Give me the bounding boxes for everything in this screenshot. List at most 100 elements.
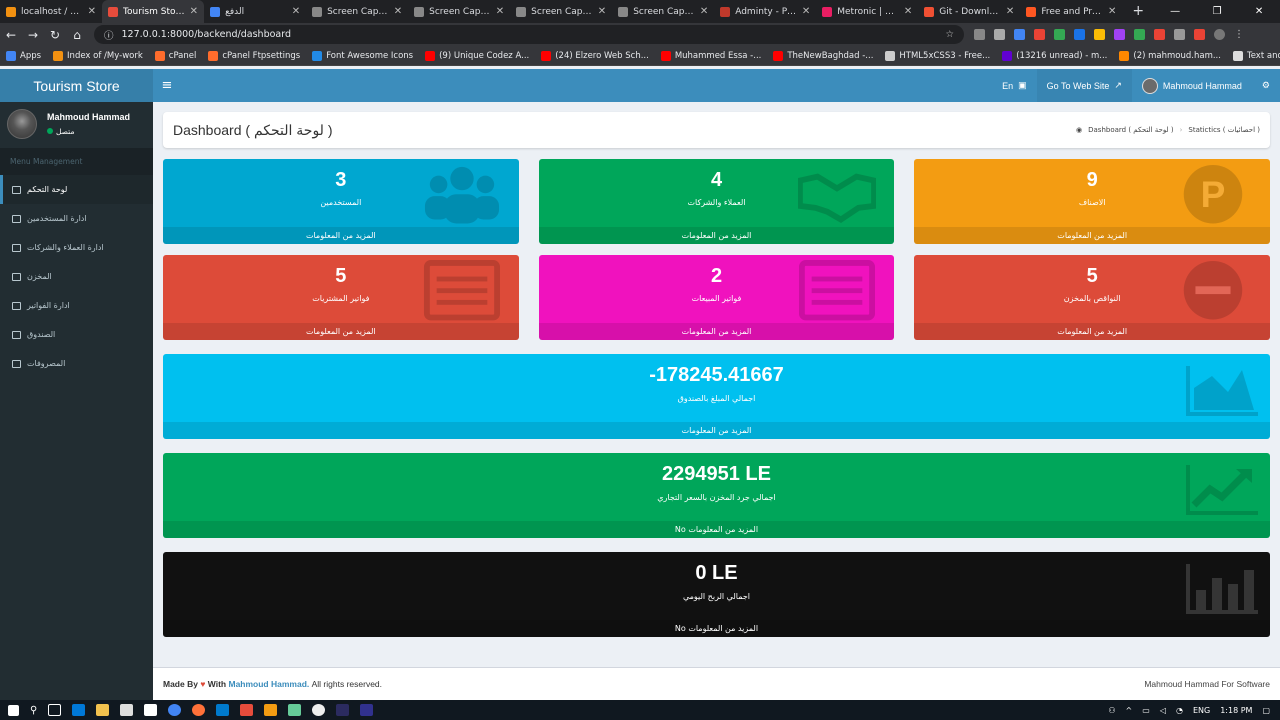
browser-tab[interactable]: Screen Capture ✕	[510, 0, 612, 23]
app-icon[interactable]	[312, 704, 326, 716]
volume-icon[interactable]: ◁	[1160, 706, 1166, 715]
more-info-link[interactable]: المزيد من المعلومات	[538, 227, 895, 244]
tab-close-icon[interactable]: ✕	[700, 6, 708, 17]
xampp-icon[interactable]	[264, 704, 278, 716]
tab-close-icon[interactable]: ✕	[598, 6, 606, 17]
breadcrumb-dashboard[interactable]: Dashboard ( لوحة التحكم )	[1088, 126, 1173, 134]
sidebar-toggle-icon[interactable]: ≡	[153, 78, 181, 93]
extension-icon[interactable]	[1074, 29, 1085, 40]
info-icon[interactable]: ⓘ	[104, 28, 114, 42]
extension-icon[interactable]	[1034, 29, 1045, 40]
more-info-link[interactable]: المزيد من المعلومات	[914, 323, 1271, 340]
sidebar-item[interactable]: ادارة المستخدمين	[0, 204, 153, 233]
tab-close-icon[interactable]: ✕	[802, 6, 810, 17]
mail-icon[interactable]	[144, 704, 158, 716]
store-icon[interactable]	[120, 704, 134, 716]
bookmark-item[interactable]: HTML5xCSS3 - Free...	[885, 50, 990, 61]
bookmark-item[interactable]: Apps	[6, 50, 41, 61]
chrome-icon[interactable]	[168, 704, 182, 716]
tab-close-icon[interactable]: ✕	[394, 6, 402, 17]
file-explorer-icon[interactable]	[96, 704, 110, 716]
browser-tab[interactable]: Metronic | Dash ✕	[816, 0, 918, 23]
brand-logo[interactable]: Tourism Store	[0, 69, 153, 102]
vscode-icon[interactable]	[216, 704, 230, 716]
search-icon[interactable]: ⚲	[30, 705, 37, 716]
browser-tab[interactable]: Tourism Store | D ✕	[102, 0, 205, 23]
more-menu-icon[interactable]: ⋮	[1234, 29, 1244, 40]
close-window-icon[interactable]: ✕	[1238, 0, 1280, 23]
battery-icon[interactable]: ▭	[1142, 706, 1150, 715]
sidebar-item[interactable]: ادارة العملاء والشركات	[0, 233, 153, 262]
minimize-icon[interactable]: —	[1154, 0, 1196, 23]
tab-close-icon[interactable]: ✕	[190, 6, 198, 17]
sidebar-item[interactable]: الصندوق	[0, 320, 153, 349]
extension-icon[interactable]	[1114, 29, 1125, 40]
bookmark-star-icon[interactable]: ☆	[945, 29, 954, 40]
forward-icon[interactable]: →	[22, 28, 44, 42]
extension-icon[interactable]	[994, 29, 1005, 40]
bookmark-item[interactable]: TheNewBaghdad -...	[773, 50, 873, 61]
browser-tab[interactable]: Free and Premiu ✕	[1020, 0, 1122, 23]
browser-tab[interactable]: localhost / 127.0 ✕	[0, 0, 102, 23]
photoshop-icon[interactable]	[360, 704, 374, 716]
input-language[interactable]: ENG	[1193, 706, 1210, 715]
sourcetree-icon[interactable]	[288, 704, 302, 716]
address-bar[interactable]: ⓘ 127.0.0.1:8000/backend/dashboard ☆	[94, 25, 964, 44]
sidebar-item[interactable]: المخزن	[0, 262, 153, 291]
sidebar-item[interactable]: ادارة الفواتير	[0, 291, 153, 320]
browser-tab[interactable]: Screen Capture ✕	[612, 0, 714, 23]
bookmark-item[interactable]: (2) mahmoud.ham...	[1119, 50, 1221, 61]
more-info-link[interactable]: المزيد من المعلومات	[163, 323, 519, 340]
bookmark-item[interactable]: cPanel Ftpsettings	[208, 50, 300, 61]
home-icon[interactable]: ⌂	[66, 28, 88, 42]
language-switch[interactable]: En ▣	[992, 69, 1037, 102]
bookmark-item[interactable]: (13216 unread) - m...	[1002, 50, 1107, 61]
bookmark-item[interactable]: (9) Unique Codez A...	[425, 50, 529, 61]
firefox-icon[interactable]	[192, 704, 206, 716]
browser-tab[interactable]: Git - Downloads ✕	[918, 0, 1020, 23]
tab-close-icon[interactable]: ✕	[292, 6, 300, 17]
people-icon[interactable]: ⚇	[1108, 706, 1115, 715]
sidebar-item[interactable]: لوحة التحكم	[0, 175, 153, 204]
windows-start-icon[interactable]	[8, 704, 19, 716]
network-icon[interactable]: ◔	[1176, 706, 1183, 715]
new-tab-button[interactable]: +	[1122, 0, 1154, 23]
restore-icon[interactable]: ❐	[1196, 0, 1238, 23]
more-info-link[interactable]: No المزيد من المعلومات	[163, 521, 1270, 538]
extension-icon[interactable]	[1014, 29, 1025, 40]
extension-icon[interactable]	[1054, 29, 1065, 40]
more-info-link[interactable]: المزيد من المعلومات	[163, 227, 519, 244]
bookmark-item[interactable]: (24) Elzero Web Sch...	[541, 50, 649, 61]
task-view-icon[interactable]	[48, 704, 62, 716]
tab-close-icon[interactable]: ✕	[1108, 6, 1116, 17]
user-menu[interactable]: Mahmoud Hammad	[1132, 69, 1252, 102]
settings-gears-icon[interactable]: ⚙	[1252, 69, 1280, 102]
extension-icon[interactable]	[1194, 29, 1205, 40]
browser-tab[interactable]: Screen Capture ✕	[306, 0, 408, 23]
phpstorm-icon[interactable]	[336, 704, 350, 716]
profile-avatar[interactable]	[1214, 29, 1225, 40]
more-info-link[interactable]: No المزيد من المعلومات	[163, 620, 1270, 637]
browser-tab[interactable]: الدفع ✕	[204, 0, 306, 23]
browser-tab[interactable]: Adminty - Premi ✕	[714, 0, 816, 23]
more-info-link[interactable]: المزيد من المعلومات	[538, 323, 895, 340]
bookmark-item[interactable]: Text and Video Tut...	[1232, 50, 1280, 61]
tab-close-icon[interactable]: ✕	[904, 6, 912, 17]
tab-close-icon[interactable]: ✕	[1006, 6, 1014, 17]
reload-icon[interactable]: ↻	[44, 28, 66, 42]
edge-icon[interactable]	[72, 704, 86, 716]
back-icon[interactable]: ←	[0, 28, 22, 42]
browser-tab[interactable]: Screen Capture ✕	[408, 0, 510, 23]
go-to-website-link[interactable]: Go To Web Site ↗	[1036, 69, 1132, 102]
more-info-link[interactable]: المزيد من المعلومات	[163, 422, 1270, 439]
tab-close-icon[interactable]: ✕	[496, 6, 504, 17]
extension-icon[interactable]	[1154, 29, 1165, 40]
bookmark-item[interactable]: Muhammed Essa -...	[660, 50, 761, 61]
sidebar-item[interactable]: المصروفات	[0, 349, 153, 378]
tab-close-icon[interactable]: ✕	[88, 6, 96, 17]
filezilla-icon[interactable]	[240, 704, 254, 716]
author-link[interactable]: Mahmoud Hammad.	[228, 679, 309, 689]
extension-icon[interactable]	[1134, 29, 1145, 40]
notifications-icon[interactable]: ▢	[1262, 706, 1270, 715]
extension-icon[interactable]	[1094, 29, 1105, 40]
